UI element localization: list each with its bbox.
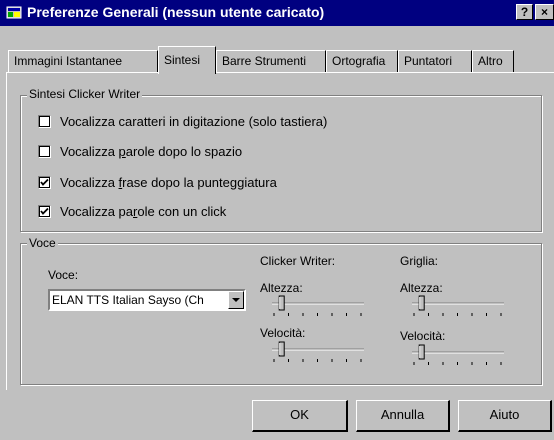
chevron-down-icon [232,298,240,302]
tab-puntatori[interactable]: Puntatori [398,50,472,72]
sintesi-group-legend: Sintesi Clicker Writer [27,87,143,101]
checkbox[interactable] [38,115,51,128]
griglia-velocita-slider[interactable] [408,344,508,368]
checkbox[interactable] [38,145,51,158]
close-button[interactable]: × [535,4,554,20]
tab-immagini-istantanee[interactable]: Immagini Istantanee [8,50,158,72]
window-title: Preferenze Generali (nessun utente caric… [27,4,325,20]
help-button[interactable]: ? [516,4,533,20]
checkbox[interactable] [38,176,51,189]
griglia-altezza-label: Altezza: [400,281,443,295]
voice-select-value: ELAN TTS Italian Sayso (Ch [52,293,204,307]
checkbox[interactable] [38,205,51,218]
clicker-altezza-label: Altezza: [260,281,303,295]
annulla-button[interactable]: Annulla [356,400,450,432]
griglia-altezza-slider[interactable] [408,295,508,319]
griglia-velocita-label: Velocità: [400,329,446,343]
voice-select[interactable]: ELAN TTS Italian Sayso (Ch [48,289,246,311]
option-label: Vocalizza caratteri in digitazione (solo… [60,114,328,129]
voce-group-legend: Voce [27,236,58,250]
clicker-writer-label: Clicker Writer: [260,254,336,268]
checkmark-icon [40,207,49,215]
griglia-label: Griglia: [400,254,439,268]
clicker-velocita-slider[interactable] [268,341,368,365]
tab-barre-strumenti[interactable]: Barre Strumenti [216,50,326,72]
voice-label: Voce: [48,268,79,282]
ok-button[interactable]: OK [252,400,348,432]
aiuto-button[interactable]: Aiuto [458,400,552,432]
tab-altro[interactable]: Altro [472,50,514,72]
option-label: Vocalizza parole dopo lo spazio [60,144,243,159]
clicker-velocita-label: Velocità: [260,326,306,340]
tab-ortografia[interactable]: Ortografia [326,50,398,72]
option-label: Vocalizza frase dopo la punteggiatura [60,175,277,190]
option-label: Vocalizza parole con un click [60,204,227,219]
checkmark-icon [40,178,49,186]
tab-sintesi[interactable]: Sintesi [158,46,216,74]
clicker-altezza-slider[interactable] [268,295,368,319]
app-icon [6,6,22,19]
title-bar: Preferenze Generali (nessun utente caric… [0,0,554,26]
dropdown-button[interactable] [228,291,244,309]
